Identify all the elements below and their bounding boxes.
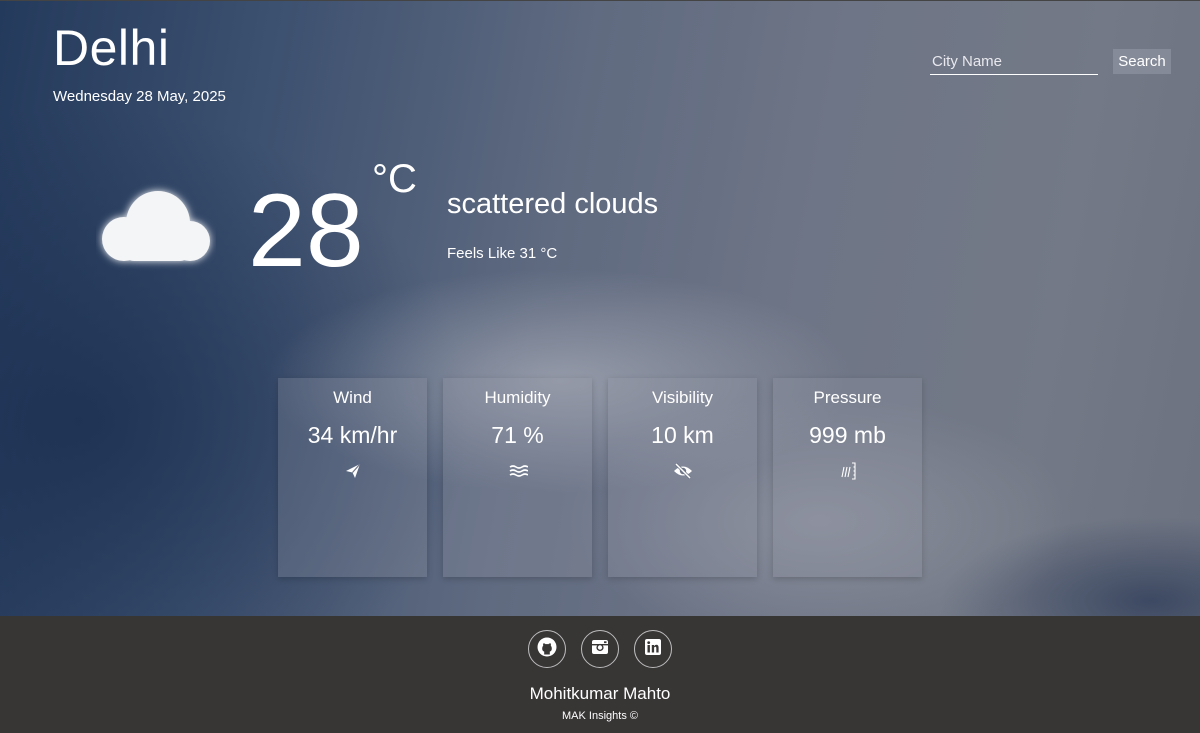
humidity-card: Humidity 71 % (443, 378, 592, 577)
weather-hero: Delhi Wednesday 28 May, 2025 Search 28 °… (0, 0, 1200, 616)
linkedin-link[interactable] (634, 630, 672, 668)
city-search-input[interactable] (930, 49, 1098, 75)
paper-plane-icon (343, 461, 363, 481)
github-icon (537, 637, 557, 662)
feels-like: Feels Like 31 °C (447, 245, 558, 262)
github-link[interactable] (528, 630, 566, 668)
copyright: MAK Insights © (562, 710, 638, 722)
visibility-card: Visibility 10 km (608, 378, 757, 577)
pressure-icon (838, 461, 858, 481)
wind-card: Wind 34 km/hr (278, 378, 427, 577)
pressure-card: Pressure 999 mb (773, 378, 922, 577)
search-button[interactable]: Search (1113, 49, 1171, 74)
pressure-value: 999 mb (809, 422, 886, 448)
wind-value: 34 km/hr (307, 422, 398, 448)
eye-slash-icon (673, 461, 693, 481)
wind-label: Wind (333, 388, 372, 407)
temperature-unit: °C (372, 157, 417, 201)
instagram-link[interactable] (581, 630, 619, 668)
visibility-label: Visibility (651, 388, 714, 407)
humidity-value: 71 % (491, 422, 544, 448)
pressure-label: Pressure (813, 388, 882, 407)
social-links (528, 630, 673, 668)
footer: Mohitkumar Mahto MAK Insights © (0, 616, 1200, 733)
weather-description: scattered clouds (447, 188, 659, 220)
current-date: Wednesday 28 May, 2025 (53, 88, 226, 105)
temperature-value: 28 (248, 173, 364, 289)
instagram-icon (590, 637, 610, 662)
visibility-value: 10 km (651, 422, 714, 448)
city-name: Delhi (53, 20, 170, 76)
water-waves-icon (508, 461, 528, 481)
linkedin-icon (643, 637, 663, 662)
humidity-label: Humidity (484, 388, 551, 407)
cloud-icon (96, 181, 216, 271)
author-name: Mohitkumar Mahto (529, 684, 671, 703)
